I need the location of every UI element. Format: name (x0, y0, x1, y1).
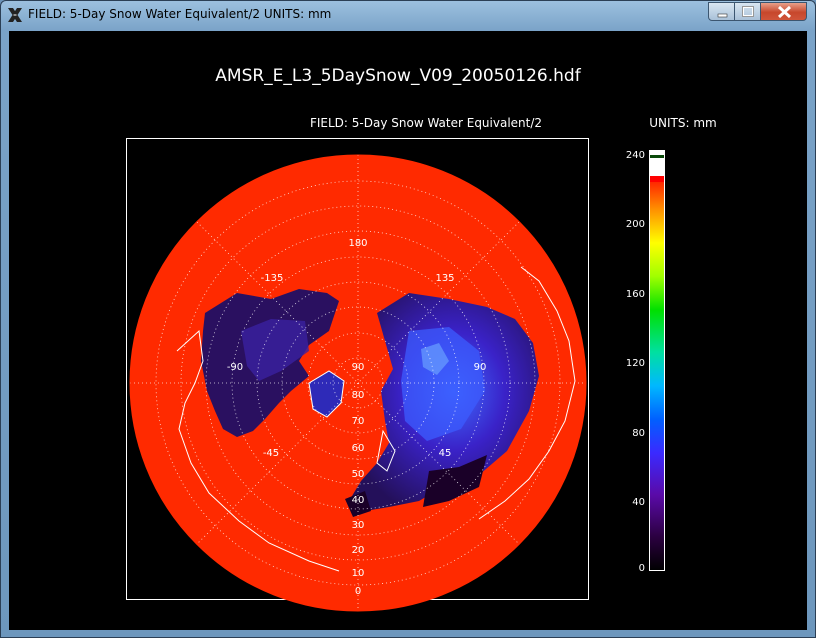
close-icon (777, 5, 792, 19)
lat-label-20: 20 (352, 545, 365, 556)
minimize-icon (717, 13, 728, 18)
cb-tick-200: 200 (626, 219, 645, 230)
colorbar (649, 150, 665, 571)
cb-tick-160: 160 (626, 289, 645, 300)
lat-label-90: 90 (352, 362, 365, 373)
polar-map (129, 154, 587, 612)
field-label: FIELD: 5-Day Snow Water Equivalent/2 (310, 116, 542, 130)
close-button[interactable] (760, 2, 807, 21)
lat-label-60: 60 (352, 443, 365, 454)
lat-label-10: 10 (352, 568, 365, 579)
lat-label-0: 0 (355, 586, 361, 597)
lon-label-neg45: -45 (263, 448, 279, 459)
lat-label-30: 30 (352, 520, 365, 531)
lat-label-40: 40 (352, 495, 365, 506)
title-bar[interactable]: FIELD: 5-Day Snow Water Equivalent/2 UNI… (1, 1, 815, 31)
lon-label-neg135: -135 (261, 273, 284, 284)
lat-label-80: 80 (352, 390, 365, 401)
plot-area: AMSR_E_L3_5DaySnow_V09_20050126.hdf FIEL… (9, 31, 807, 630)
cb-tick-80: 80 (632, 428, 645, 439)
x11-icon (8, 8, 22, 22)
lon-label-135: 135 (435, 273, 454, 284)
lon-label-45: 45 (439, 448, 452, 459)
cb-tick-40: 40 (632, 497, 645, 508)
lat-label-50: 50 (352, 469, 365, 480)
cb-tick-240: 240 (626, 150, 645, 161)
file-title: AMSR_E_L3_5DaySnow_V09_20050126.hdf (215, 66, 581, 86)
colorbar-ticks: 240 200 160 120 80 40 0 (626, 150, 645, 574)
cb-tick-120: 120 (626, 358, 645, 369)
lon-label-180: 180 (348, 238, 367, 249)
window-title: FIELD: 5-Day Snow Water Equivalent/2 UNI… (28, 7, 332, 21)
minimize-button[interactable] (708, 2, 735, 21)
maximize-button[interactable] (734, 2, 761, 21)
maximize-icon (742, 6, 754, 17)
units-label: UNITS: mm (649, 116, 716, 130)
cb-tick-0: 0 (639, 563, 645, 574)
lat-label-70: 70 (352, 416, 365, 427)
app-window: FIELD: 5-Day Snow Water Equivalent/2 UNI… (0, 0, 816, 638)
lon-label-neg90: -90 (227, 362, 243, 373)
lon-label-90: 90 (474, 362, 487, 373)
